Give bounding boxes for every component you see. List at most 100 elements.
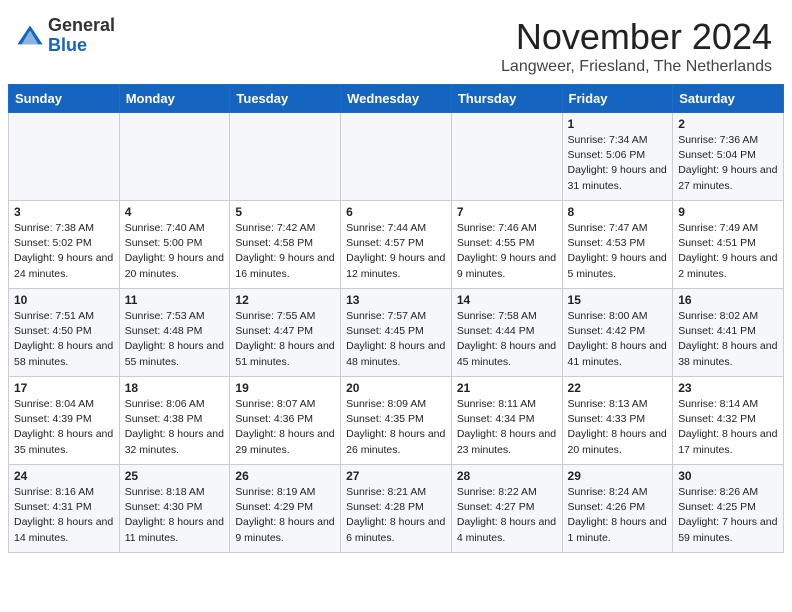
calendar-cell: 30Sunrise: 8:26 AMSunset: 4:25 PMDayligh…	[673, 465, 784, 553]
day-number: 19	[235, 381, 335, 395]
day-info: Sunrise: 8:06 AMSunset: 4:38 PMDaylight:…	[125, 398, 224, 456]
location-title: Langweer, Friesland, The Netherlands	[501, 58, 772, 76]
calendar-cell: 29 Sunrise: 8:24 AMSunset: 4:26 PMDayligh…	[562, 465, 673, 553]
day-info: Sunrise: 7:47 AMSunset: 4:53 PMDaylight:…	[568, 222, 667, 280]
day-of-week-header: Saturday	[673, 85, 784, 113]
day-number: 12	[235, 293, 335, 307]
calendar-body: 1 Sunrise: 7:34 AMSunset: 5:06 PMDaylight…	[9, 113, 784, 553]
calendar-week-row: 24Sunrise: 8:16 AMSunset: 4:31 PMDayligh…	[9, 465, 784, 553]
calendar-cell: 10 Sunrise: 7:51 AMSunset: 4:50 PMDayligh…	[9, 289, 120, 377]
day-number: 24	[14, 469, 114, 483]
day-number: 17	[14, 381, 114, 395]
day-info: Sunrise: 8:02 AMSunset: 4:41 PMDaylight:…	[678, 310, 777, 368]
day-number: 6	[346, 205, 446, 219]
calendar-cell	[341, 113, 452, 201]
calendar-cell: 16 Sunrise: 8:02 AMSunset: 4:41 PMDayligh…	[673, 289, 784, 377]
calendar-cell: 5 Sunrise: 7:42 AMSunset: 4:58 PMDaylight…	[230, 201, 341, 289]
logo-general: General	[48, 15, 115, 35]
calendar-cell: 11 Sunrise: 7:53 AMSunset: 4:48 PMDayligh…	[119, 289, 230, 377]
logo-icon	[16, 22, 44, 50]
day-info: Sunrise: 7:42 AMSunset: 4:58 PMDaylight:…	[235, 222, 334, 280]
calendar-cell: 6 Sunrise: 7:44 AMSunset: 4:57 PMDaylight…	[341, 201, 452, 289]
calendar-cell: 8Sunrise: 7:47 AMSunset: 4:53 PMDaylight…	[562, 201, 673, 289]
day-info: Sunrise: 7:58 AMSunset: 4:44 PMDaylight:…	[457, 310, 556, 368]
day-number: 23	[678, 381, 778, 395]
day-info: Sunrise: 8:13 AMSunset: 4:33 PMDaylight:…	[568, 398, 667, 456]
calendar-cell: 17 Sunrise: 8:04 AMSunset: 4:39 PMDayligh…	[9, 377, 120, 465]
calendar-week-row: 3 Sunrise: 7:38 AMSunset: 5:02 PMDaylight…	[9, 201, 784, 289]
calendar-cell: 1 Sunrise: 7:34 AMSunset: 5:06 PMDaylight…	[562, 113, 673, 201]
calendar-cell: 9 Sunrise: 7:49 AMSunset: 4:51 PMDaylight…	[673, 201, 784, 289]
day-number: 15	[568, 293, 668, 307]
calendar-cell: 18Sunrise: 8:06 AMSunset: 4:38 PMDayligh…	[119, 377, 230, 465]
day-info: Sunrise: 7:55 AMSunset: 4:47 PMDaylight:…	[235, 310, 334, 368]
calendar-cell: 27 Sunrise: 8:21 AMSunset: 4:28 PMDayligh…	[341, 465, 452, 553]
title-block: November 2024 Langweer, Friesland, The N…	[501, 16, 772, 76]
day-number: 27	[346, 469, 446, 483]
day-number: 5	[235, 205, 335, 219]
calendar-cell: 7 Sunrise: 7:46 AMSunset: 4:55 PMDaylight…	[451, 201, 562, 289]
day-number: 4	[125, 205, 225, 219]
day-info: Sunrise: 7:34 AMSunset: 5:06 PMDaylight:…	[568, 134, 667, 192]
calendar-cell: 28 Sunrise: 8:22 AMSunset: 4:27 PMDayligh…	[451, 465, 562, 553]
calendar-cell: 14Sunrise: 7:58 AMSunset: 4:44 PMDayligh…	[451, 289, 562, 377]
day-of-week-header: Wednesday	[341, 85, 452, 113]
calendar-cell: 4Sunrise: 7:40 AMSunset: 5:00 PMDaylight…	[119, 201, 230, 289]
day-number: 28	[457, 469, 557, 483]
calendar-week-row: 17 Sunrise: 8:04 AMSunset: 4:39 PMDayligh…	[9, 377, 784, 465]
day-of-week-header: Sunday	[9, 85, 120, 113]
calendar-cell: 26Sunrise: 8:19 AMSunset: 4:29 PMDayligh…	[230, 465, 341, 553]
day-number: 22	[568, 381, 668, 395]
calendar-cell: 24Sunrise: 8:16 AMSunset: 4:31 PMDayligh…	[9, 465, 120, 553]
calendar-cell	[451, 113, 562, 201]
day-info: Sunrise: 8:21 AMSunset: 4:28 PMDaylight:…	[346, 486, 445, 544]
calendar-cell: 2Sunrise: 7:36 AMSunset: 5:04 PMDaylight…	[673, 113, 784, 201]
logo: General Blue	[16, 16, 115, 56]
calendar-cell: 23Sunrise: 8:14 AMSunset: 4:32 PMDayligh…	[673, 377, 784, 465]
calendar-week-row: 1 Sunrise: 7:34 AMSunset: 5:06 PMDaylight…	[9, 113, 784, 201]
day-info: Sunrise: 8:11 AMSunset: 4:34 PMDaylight:…	[457, 398, 556, 456]
calendar-cell: 22 Sunrise: 8:13 AMSunset: 4:33 PMDayligh…	[562, 377, 673, 465]
day-number: 10	[14, 293, 114, 307]
calendar-cell: 3 Sunrise: 7:38 AMSunset: 5:02 PMDaylight…	[9, 201, 120, 289]
day-info: Sunrise: 7:53 AMSunset: 4:48 PMDaylight:…	[125, 310, 224, 368]
day-number: 16	[678, 293, 778, 307]
day-info: Sunrise: 8:18 AMSunset: 4:30 PMDaylight:…	[125, 486, 224, 544]
day-number: 9	[678, 205, 778, 219]
day-number: 2	[678, 117, 778, 131]
calendar-table: SundayMondayTuesdayWednesdayThursdayFrid…	[8, 84, 784, 553]
day-number: 25	[125, 469, 225, 483]
day-number: 1	[568, 117, 668, 131]
day-number: 11	[125, 293, 225, 307]
day-info: Sunrise: 8:24 AMSunset: 4:26 PMDaylight:…	[568, 486, 667, 544]
day-number: 29	[568, 469, 668, 483]
day-of-week-header: Friday	[562, 85, 673, 113]
calendar-cell: 19Sunrise: 8:07 AMSunset: 4:36 PMDayligh…	[230, 377, 341, 465]
day-number: 7	[457, 205, 557, 219]
calendar-cell	[230, 113, 341, 201]
calendar-cell: 15 Sunrise: 8:00 AMSunset: 4:42 PMDayligh…	[562, 289, 673, 377]
day-of-week-header: Monday	[119, 85, 230, 113]
day-number: 26	[235, 469, 335, 483]
day-info: Sunrise: 7:44 AMSunset: 4:57 PMDaylight:…	[346, 222, 445, 280]
day-info: Sunrise: 8:04 AMSunset: 4:39 PMDaylight:…	[14, 398, 113, 456]
day-number: 21	[457, 381, 557, 395]
day-info: Sunrise: 7:46 AMSunset: 4:55 PMDaylight:…	[457, 222, 556, 280]
day-of-week-header: Tuesday	[230, 85, 341, 113]
day-info: Sunrise: 7:57 AMSunset: 4:45 PMDaylight:…	[346, 310, 445, 368]
calendar-cell: 25 Sunrise: 8:18 AMSunset: 4:30 PMDayligh…	[119, 465, 230, 553]
calendar-cell: 20Sunrise: 8:09 AMSunset: 4:35 PMDayligh…	[341, 377, 452, 465]
day-info: Sunrise: 7:51 AMSunset: 4:50 PMDaylight:…	[14, 310, 113, 368]
day-of-week-header: Thursday	[451, 85, 562, 113]
day-info: Sunrise: 8:00 AMSunset: 4:42 PMDaylight:…	[568, 310, 667, 368]
day-info: Sunrise: 7:49 AMSunset: 4:51 PMDaylight:…	[678, 222, 777, 280]
day-info: Sunrise: 8:22 AMSunset: 4:27 PMDaylight:…	[457, 486, 556, 544]
day-number: 3	[14, 205, 114, 219]
calendar-cell: 12 Sunrise: 7:55 AMSunset: 4:47 PMDayligh…	[230, 289, 341, 377]
calendar-cell: 21 Sunrise: 8:11 AMSunset: 4:34 PMDayligh…	[451, 377, 562, 465]
day-info: Sunrise: 7:38 AMSunset: 5:02 PMDaylight:…	[14, 222, 113, 280]
logo-text: General Blue	[48, 16, 115, 56]
day-info: Sunrise: 8:09 AMSunset: 4:35 PMDaylight:…	[346, 398, 445, 456]
calendar-cell	[119, 113, 230, 201]
logo-blue: Blue	[48, 35, 87, 55]
